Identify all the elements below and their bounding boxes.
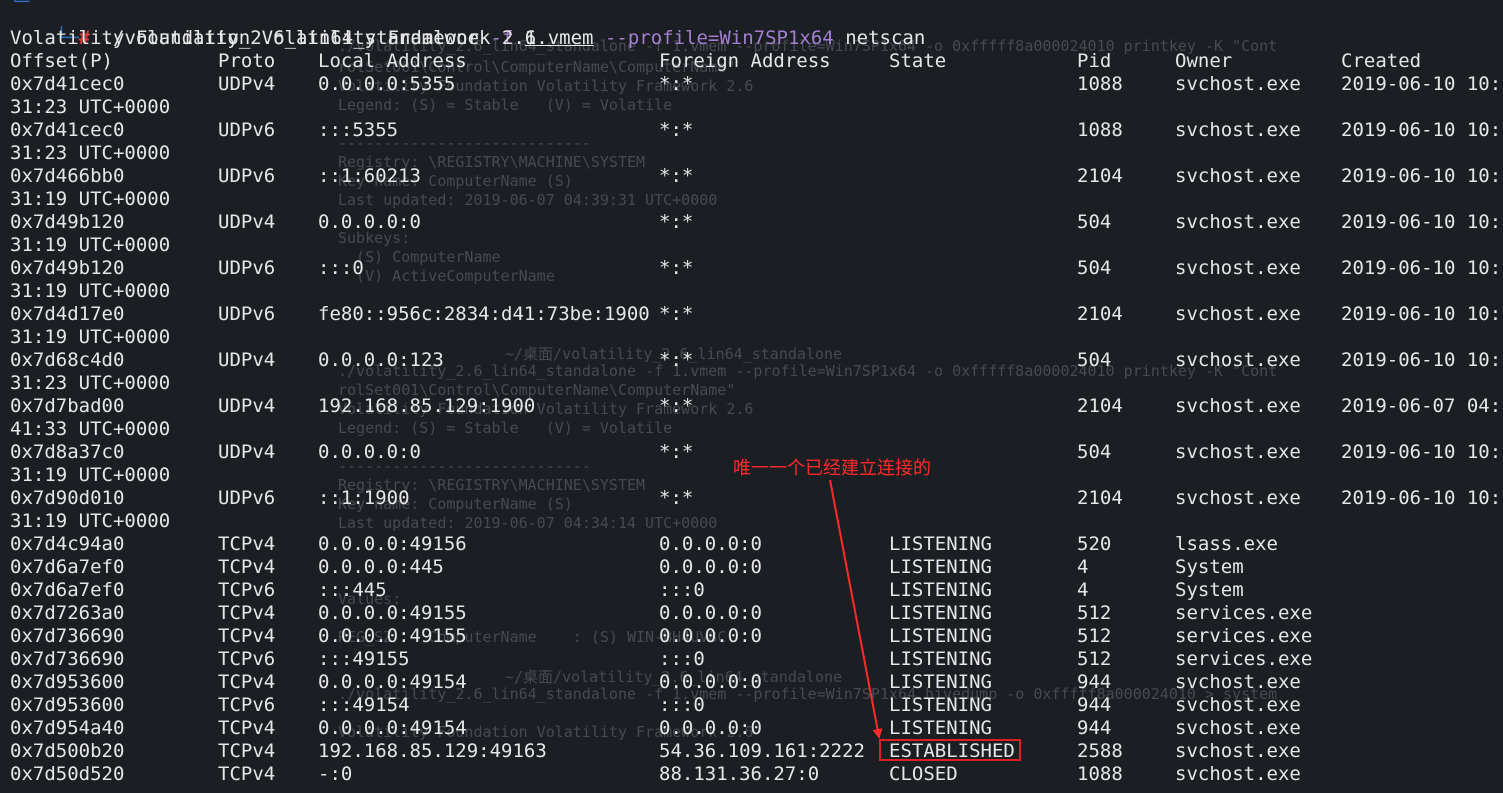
terminal-window[interactable]: ./volatility_2.6_lin64_standalone -f 1.v…: [0, 0, 1503, 793]
annotation-arrow-icon: [829, 479, 883, 739]
